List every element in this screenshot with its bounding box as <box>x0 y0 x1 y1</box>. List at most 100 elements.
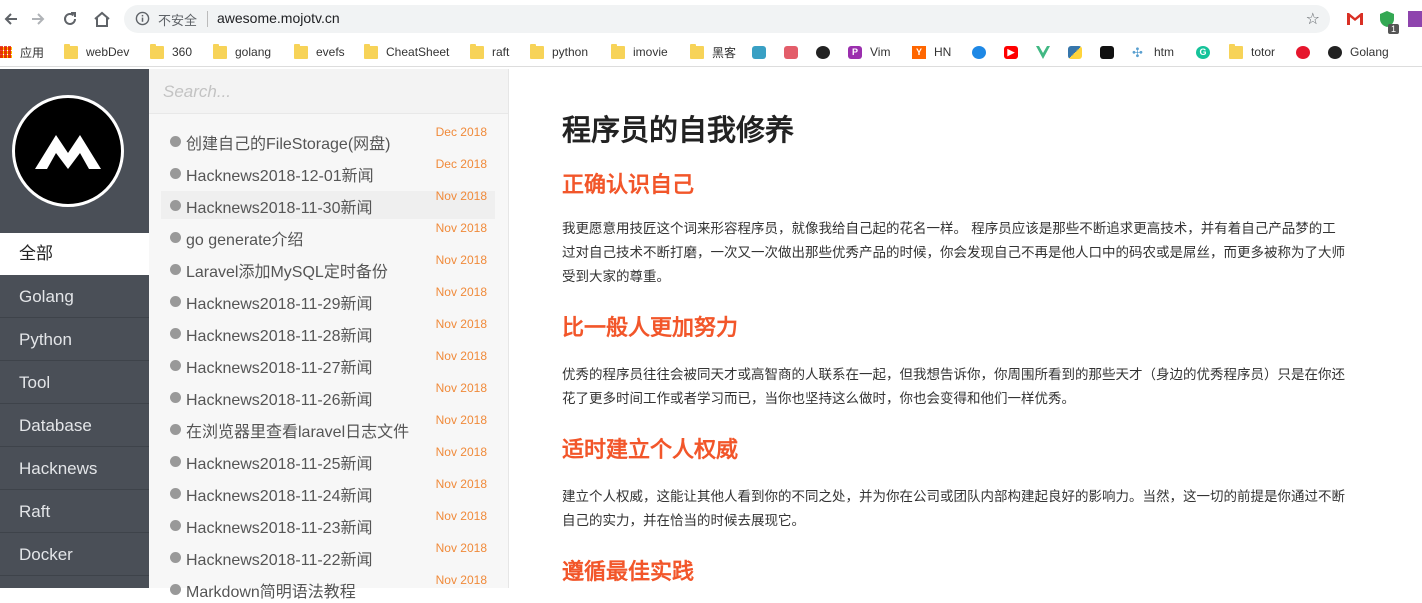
security-label[interactable]: 不安全 <box>158 10 197 29</box>
post-list-item[interactable]: 在浏览器里查看laravel日志文件 Nov 2018 <box>161 413 495 443</box>
grammarly-icon: G <box>1196 45 1210 59</box>
post-title[interactable]: Hacknews2018-11-27新闻 <box>186 354 372 378</box>
post-list-item[interactable]: Markdown简明语法教程 Nov 2018 <box>161 573 495 603</box>
site-logo[interactable] <box>12 95 124 207</box>
browser-toolbar: 不安全 awesome.mojotv.cn ☆ 1 <box>0 0 1422 38</box>
category-item[interactable]: Database <box>0 405 149 447</box>
bookmark-python[interactable]: python <box>530 43 588 61</box>
bookmark-vue[interactable] <box>1036 43 1058 61</box>
post-title[interactable]: go generate介绍 <box>186 226 303 250</box>
post-list-item[interactable]: Hacknews2018-11-22新闻 Nov 2018 <box>161 541 495 571</box>
bookmark-github[interactable] <box>816 43 838 61</box>
post-title[interactable]: Hacknews2018-11-25新闻 <box>186 450 372 474</box>
bookmark-evefs[interactable]: evefs <box>294 43 345 61</box>
forward-icon[interactable] <box>27 8 49 30</box>
post-list-item[interactable]: Hacknews2018-12-01新闻 Dec 2018 <box>161 157 495 187</box>
category-item[interactable]: Hacknews <box>0 448 149 490</box>
post-title[interactable]: Hacknews2018-11-28新闻 <box>186 322 372 346</box>
github-icon <box>1328 45 1342 59</box>
bookmark-raft[interactable]: raft <box>470 43 509 61</box>
bookmark-grammarly[interactable]: G <box>1196 43 1218 61</box>
bookmark-vim[interactable]: P Vim <box>848 43 890 61</box>
url-text[interactable]: awesome.mojotv.cn <box>217 10 340 26</box>
bookmark-youtube[interactable]: ▶ <box>1004 43 1026 61</box>
post-list-item[interactable]: Hacknews2018-11-30新闻 Nov 2018 <box>161 189 495 219</box>
category-item[interactable]: Raft <box>0 491 149 533</box>
post-title[interactable]: 创建自己的FileStorage(网盘) <box>186 130 390 154</box>
bookmark-python-site[interactable] <box>1068 43 1090 61</box>
bookmark-label: HN <box>934 45 952 59</box>
bookmark-site-3[interactable] <box>972 43 994 61</box>
bookmark-cheatsheet[interactable]: CheatSheet <box>364 43 449 61</box>
gmail-icon[interactable] <box>1346 10 1364 28</box>
folder-icon <box>294 43 308 59</box>
bookmark-golang[interactable]: golang <box>213 43 271 61</box>
post-list-item[interactable]: Laravel添加MySQL定时备份 Nov 2018 <box>161 253 495 283</box>
weibo-icon <box>1296 45 1310 59</box>
bullet-icon <box>170 200 181 211</box>
bookmark-hn[interactable]: Y HN <box>912 43 951 61</box>
bookmark-imovie[interactable]: imovie <box>611 43 668 61</box>
bookmark-apps[interactable]: 应用 <box>0 43 44 61</box>
shield-extension-icon[interactable]: 1 <box>1378 10 1399 34</box>
post-list-item[interactable]: Hacknews2018-11-24新闻 Nov 2018 <box>161 477 495 507</box>
article-pane: 程序员的自我修养 正确认识自己 我更愿意用技匠这个词来形容程序员，就像我给自己起的… <box>509 69 1422 588</box>
post-title[interactable]: Hacknews2018-11-29新闻 <box>186 290 372 314</box>
address-bar[interactable]: 不安全 awesome.mojotv.cn ☆ <box>124 5 1330 33</box>
extension-icon[interactable] <box>1408 10 1422 28</box>
bookmark-hacker[interactable]: 黑客 <box>690 43 736 61</box>
bookmark-site-4[interactable] <box>1100 43 1122 61</box>
bookmark-site-2[interactable] <box>784 43 806 61</box>
bookmark-htm[interactable]: ✣ htm <box>1132 43 1174 61</box>
bookmark-360[interactable]: 360 <box>150 43 192 61</box>
category-item[interactable]: Tool <box>0 362 149 404</box>
post-date: Nov 2018 <box>435 509 487 523</box>
post-title[interactable]: 在浏览器里查看laravel日志文件 <box>186 418 409 442</box>
divider <box>207 11 208 27</box>
post-title[interactable]: Hacknews2018-12-01新闻 <box>186 162 374 186</box>
post-title[interactable]: Hacknews2018-11-30新闻 <box>186 194 372 218</box>
bookmarks-bar: 应用 webDev 360 golang evefs CheatSheet ra… <box>0 38 1422 67</box>
post-list-item[interactable]: Hacknews2018-11-26新闻 Nov 2018 <box>161 381 495 411</box>
post-list-item[interactable]: Hacknews2018-11-27新闻 Nov 2018 <box>161 349 495 379</box>
vim-icon: P <box>848 45 862 59</box>
bookmark-golang-github[interactable]: Golang <box>1328 43 1389 61</box>
bookmark-star-icon[interactable]: ☆ <box>1306 9 1320 28</box>
section-heading: 比一般人更加努力 <box>562 316 739 341</box>
github-icon <box>816 45 830 59</box>
post-list-item[interactable]: Hacknews2018-11-28新闻 Nov 2018 <box>161 317 495 347</box>
bookmark-label: raft <box>492 45 510 59</box>
folder-icon <box>364 43 378 59</box>
home-icon[interactable] <box>91 8 113 30</box>
bookmark-webdev[interactable]: webDev <box>64 43 129 61</box>
bookmark-totor[interactable]: totor <box>1229 43 1275 61</box>
category-item[interactable]: Golang <box>0 276 149 318</box>
bookmark-weibo[interactable] <box>1296 43 1318 61</box>
category-item[interactable]: Python <box>0 319 149 361</box>
post-list-item[interactable]: go generate介绍 Nov 2018 <box>161 221 495 251</box>
post-title[interactable]: Hacknews2018-11-26新闻 <box>186 386 372 410</box>
bookmark-label: totor <box>1251 45 1276 59</box>
category-item[interactable]: 全部 <box>0 233 149 275</box>
page-content: 全部 Golang Python Tool Database Hacknews Raft Do… <box>0 69 1422 601</box>
post-title[interactable]: Hacknews2018-11-24新闻 <box>186 482 372 506</box>
post-list-item[interactable]: Hacknews2018-11-29新闻 Nov 2018 <box>161 285 495 315</box>
category-item[interactable]: Docker <box>0 534 149 576</box>
post-date: Nov 2018 <box>435 349 487 363</box>
reload-icon[interactable] <box>59 8 81 30</box>
post-title[interactable]: Laravel添加MySQL定时备份 <box>186 258 388 282</box>
post-list-item[interactable]: 创建自己的FileStorage(网盘) Dec 2018 <box>161 125 495 155</box>
post-date: Nov 2018 <box>435 573 487 587</box>
post-title[interactable]: Hacknews2018-11-22新闻 <box>186 546 372 570</box>
bookmark-site-1[interactable] <box>752 43 774 61</box>
post-list-item[interactable]: Hacknews2018-11-23新闻 Nov 2018 <box>161 509 495 539</box>
vue-icon <box>1036 45 1050 59</box>
info-icon[interactable] <box>135 11 150 30</box>
post-list-item[interactable]: Hacknews2018-11-25新闻 Nov 2018 <box>161 445 495 475</box>
bookmark-label: golang <box>235 45 272 59</box>
search-input[interactable] <box>161 77 495 107</box>
post-title[interactable]: Hacknews2018-11-23新闻 <box>186 514 372 538</box>
category-sidebar: 全部 Golang Python Tool Database Hacknews Raft Do… <box>0 69 149 588</box>
post-title[interactable]: Markdown简明语法教程 <box>186 578 356 602</box>
back-icon[interactable] <box>0 8 22 30</box>
